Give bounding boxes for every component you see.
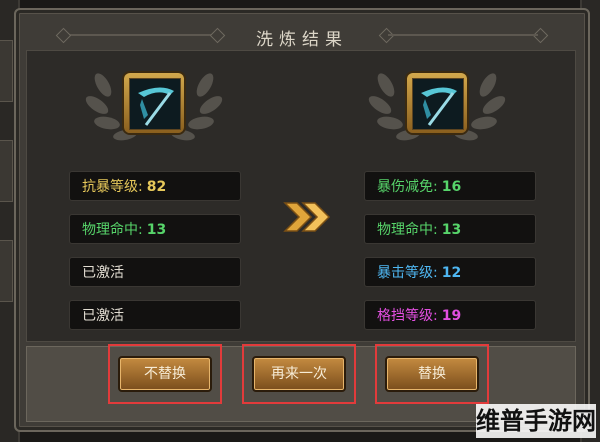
right-stat-row: 格挡等级: 19 — [364, 300, 536, 330]
button-highlight: 替换 — [375, 344, 489, 404]
stat-value: 13 — [441, 222, 462, 238]
stat-value: 16 — [441, 179, 462, 195]
left-item-slot[interactable] — [124, 73, 184, 133]
stat-label: 物理命中: — [82, 222, 143, 238]
title-bar: 洗炼结果 — [26, 18, 578, 52]
weapon-scythe-icon — [129, 78, 181, 130]
weapon-scythe-icon — [412, 78, 464, 130]
left-stat-row: 已激活 — [69, 300, 241, 330]
stat-value: 12 — [441, 265, 462, 281]
left-stat-row: 已激活 — [69, 257, 241, 287]
side-tab[interactable] — [0, 240, 13, 302]
right-item-slot[interactable] — [407, 73, 467, 133]
right-stat-row: 暴伤减免: 16 — [364, 171, 536, 201]
stat-label: 已激活 — [82, 308, 124, 324]
double-chevron-right-icon — [283, 202, 331, 232]
button-highlight: 不替换 — [108, 344, 222, 404]
stat-value: 82 — [146, 179, 167, 195]
stat-label: 已激活 — [82, 265, 124, 281]
stat-value: 19 — [441, 308, 462, 324]
watermark: 维普手游网 — [476, 404, 596, 438]
panel-title: 洗炼结果 — [256, 30, 348, 50]
stat-label: 格挡等级: — [377, 308, 438, 324]
side-tab[interactable] — [0, 140, 13, 202]
stat-label: 暴伤减免: — [377, 179, 438, 195]
right-stat-row: 暴击等级: 12 — [364, 257, 536, 287]
title-divider-right — [388, 34, 538, 36]
button-highlight: 再来一次 — [242, 344, 356, 404]
right-stat-row: 物理命中: 13 — [364, 214, 536, 244]
left-stat-row: 物理命中: 13 — [69, 214, 241, 244]
stat-label: 暴击等级: — [377, 265, 438, 281]
stat-label: 抗暴等级: — [82, 179, 143, 195]
keep-original-button[interactable]: 不替换 — [118, 356, 212, 392]
stat-value: 13 — [146, 222, 167, 238]
replace-button[interactable]: 替换 — [385, 356, 479, 392]
comparison-area: 抗暴等级: 82 物理命中: 13 已激活 已激活 暴伤减免: 16 物理命中: 13 … — [26, 50, 576, 342]
left-stat-row: 抗暴等级: 82 — [69, 171, 241, 201]
refine-again-button[interactable]: 再来一次 — [252, 356, 346, 392]
stat-label: 物理命中: — [377, 222, 438, 238]
side-tab[interactable] — [0, 40, 13, 102]
